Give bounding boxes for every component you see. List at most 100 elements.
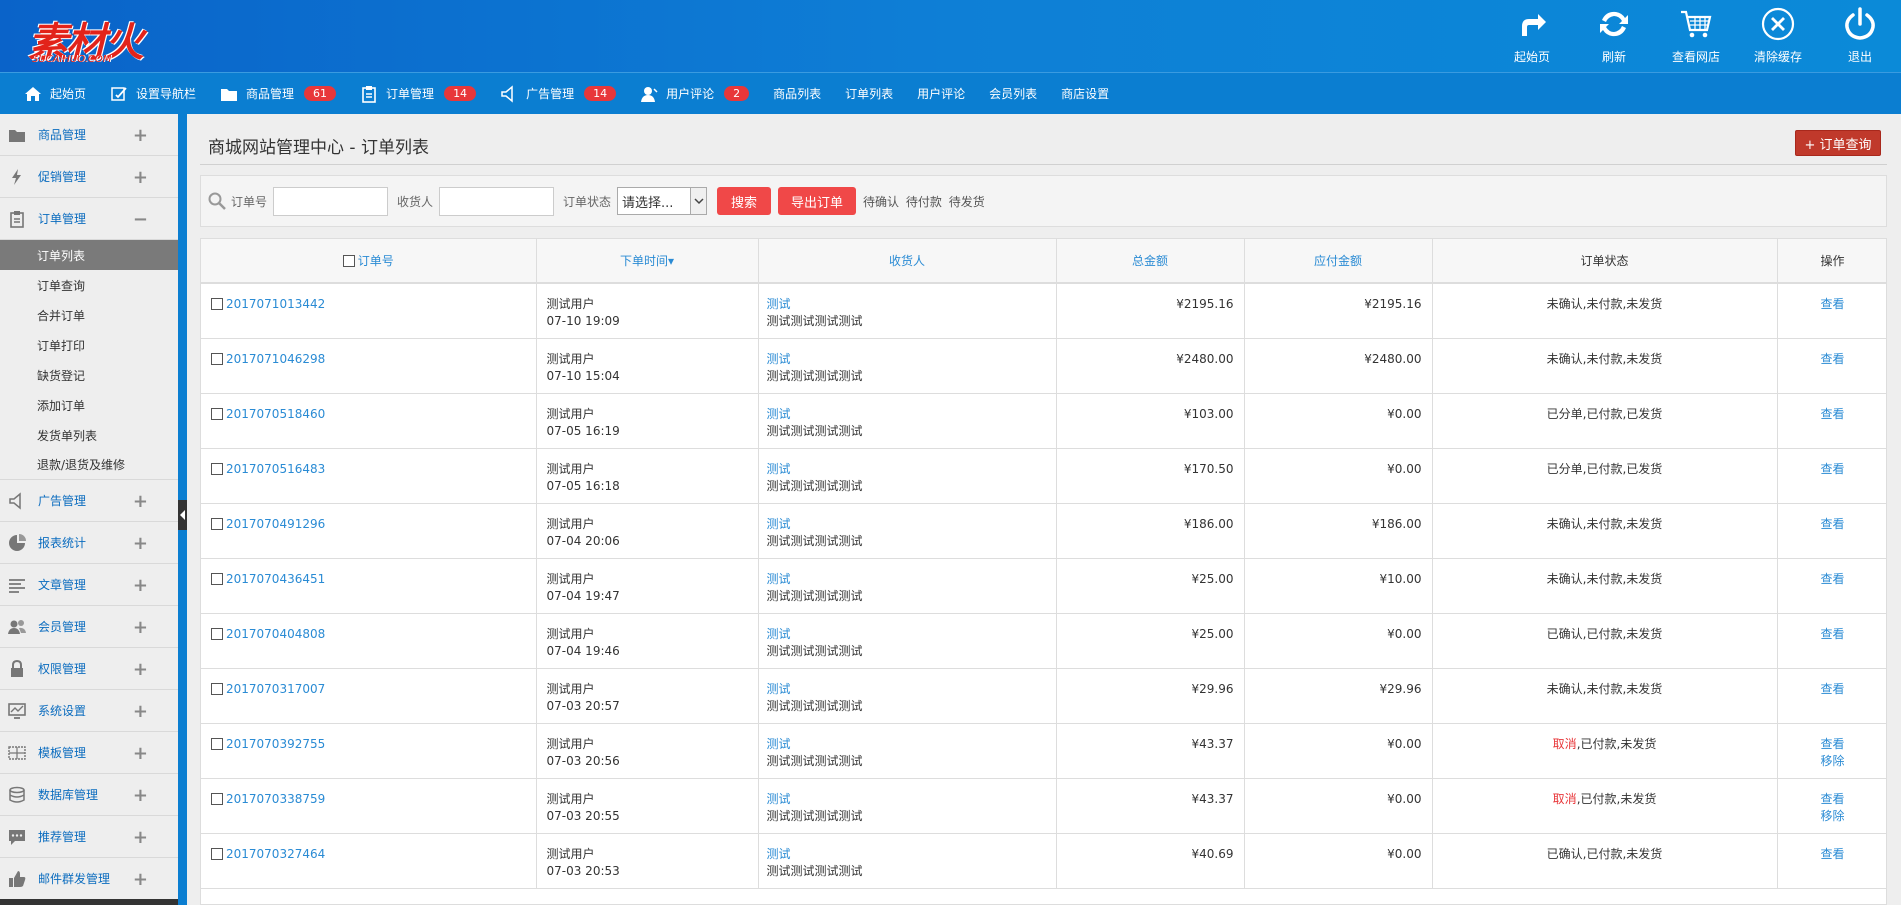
consignee-link[interactable]: 测试 [767,297,791,311]
sidebar-group-database[interactable]: 数据库管理 + [0,774,178,816]
nav-item-shop-settings[interactable]: 商店设置 [1061,73,1109,115]
expand-icon[interactable]: + [133,743,148,764]
row-checkbox[interactable] [211,352,223,365]
order-no-link[interactable]: 2017070516483 [226,462,325,476]
row-checkbox[interactable] [211,407,223,420]
nav-item-user-comments-2[interactable]: 用户评论 [917,73,965,115]
nav-item-order-list[interactable]: 订单列表 [845,73,893,115]
order-no-link[interactable]: 2017070518460 [226,407,325,421]
sidebar-group-articles[interactable]: 文章管理 + [0,564,178,606]
row-checkbox[interactable] [211,462,223,475]
logo[interactable]: 素材火 SUCAIHUO.COM [28,8,238,68]
order-no-input[interactable] [273,186,389,216]
nav-item-setup-nav[interactable]: 设置导航栏 [110,73,196,115]
view-link[interactable]: 查看 [1820,462,1844,476]
order-no-link[interactable]: 2017071013442 [226,297,325,311]
sidebar-group-promotion[interactable]: 促销管理 + [0,156,178,198]
nav-item-order-manage[interactable]: 订单管理 14 [360,73,477,115]
search-button[interactable]: 搜索 [717,187,772,215]
collapse-icon[interactable]: − [133,209,148,230]
remove-link[interactable]: 移除 [1820,754,1844,768]
refresh-button[interactable]: 刷新 [1573,0,1655,72]
expand-icon[interactable]: + [133,785,148,806]
nav-item-ad-manage[interactable]: 广告管理 14 [500,73,617,115]
sidebar-group-ads[interactable]: 广告管理 + [0,480,178,522]
expand-icon[interactable]: + [133,659,148,680]
order-no-link[interactable]: 2017070436451 [226,572,325,586]
row-checkbox[interactable] [211,737,223,750]
consignee-link[interactable]: 测试 [767,627,791,641]
sidebar-group-orders[interactable]: 订单管理 − [0,198,178,240]
sidebar-group-mail[interactable]: 邮件群发管理 + [0,858,178,900]
consignee-link[interactable]: 测试 [767,737,791,751]
clear-cache-button[interactable]: 清除缓存 [1737,0,1819,72]
expand-icon[interactable]: + [133,617,148,638]
sidebar-collapse-toggle[interactable] [178,500,187,530]
nav-item-user-comments[interactable]: 用户评论 2 [640,73,750,115]
column-header-payable[interactable]: 应付金额 [1244,239,1433,284]
consignee-link[interactable]: 测试 [767,847,791,861]
view-link[interactable]: 查看 [1820,297,1844,311]
view-link[interactable]: 查看 [1820,737,1844,751]
sidebar-item-returns[interactable]: 退款/退货及维修 [0,450,178,480]
sidebar-group-system[interactable]: 系统设置 + [0,690,178,732]
row-checkbox[interactable] [211,682,223,695]
view-link[interactable]: 查看 [1820,682,1844,696]
view-link[interactable]: 查看 [1820,627,1844,641]
expand-icon[interactable]: + [133,869,148,890]
sidebar-group-goods[interactable]: 商品管理 + [0,114,178,156]
consignee-link[interactable]: 测试 [767,462,791,476]
order-no-link[interactable]: 2017070317007 [226,682,325,696]
sidebar-item-print-orders[interactable]: 订单打印 [0,330,178,360]
sidebar-group-templates[interactable]: 模板管理 + [0,732,178,774]
filter-pending-shipping[interactable]: 待发货 [949,195,985,209]
order-no-link[interactable]: 2017070392755 [226,737,325,751]
sidebar-item-shipping-list[interactable]: 发货单列表 [0,420,178,450]
order-no-link[interactable]: 2017070338759 [226,792,325,806]
sidebar-item-merge-orders[interactable]: 合并订单 [0,300,178,330]
consignee-link[interactable]: 测试 [767,572,791,586]
expand-icon[interactable]: + [133,575,148,596]
column-header-order-no[interactable]: 订单号 [201,239,537,284]
view-link[interactable]: 查看 [1820,407,1844,421]
consignee-link[interactable]: 测试 [767,682,791,696]
sidebar-group-reports[interactable]: 报表统计 + [0,522,178,564]
consignee-link[interactable]: 测试 [767,352,791,366]
filter-pending-payment[interactable]: 待付款 [906,195,942,209]
row-checkbox[interactable] [211,792,223,805]
sidebar-item-order-query[interactable]: 订单查询 [0,270,178,300]
nav-item-goods-list[interactable]: 商品列表 [773,73,821,115]
sidebar-group-permissions[interactable]: 权限管理 + [0,648,178,690]
remove-link[interactable]: 移除 [1820,809,1844,823]
expand-icon[interactable]: + [133,167,148,188]
sidebar-item-stockout[interactable]: 缺货登记 [0,360,178,390]
view-link[interactable]: 查看 [1820,847,1844,861]
order-no-link[interactable]: 2017070491296 [226,517,325,531]
row-checkbox[interactable] [211,847,223,860]
sidebar-item-order-list[interactable]: 订单列表 [0,240,178,270]
nav-item-start-page[interactable]: 起始页 [24,73,86,115]
consignee-link[interactable]: 测试 [767,792,791,806]
nav-item-goods-manage[interactable]: 商品管理 61 [220,73,337,115]
column-header-time[interactable]: 下单时间▾ [536,239,759,284]
row-checkbox[interactable] [211,517,223,530]
order-query-button[interactable]: + 订单查询 [1795,130,1881,156]
row-checkbox[interactable] [211,298,223,310]
consignee-link[interactable]: 测试 [767,517,791,531]
sidebar-group-recommend[interactable]: 推荐管理 + [0,816,178,858]
sidebar-group-members[interactable]: 会员管理 + [0,606,178,648]
consignee-link[interactable]: 测试 [767,407,791,421]
view-link[interactable]: 查看 [1820,352,1844,366]
export-orders-button[interactable]: 导出订单 [778,187,857,215]
expand-icon[interactable]: + [133,491,148,512]
order-no-link[interactable]: 2017070327464 [226,847,325,861]
expand-icon[interactable]: + [133,827,148,848]
expand-icon[interactable]: + [133,125,148,146]
nav-item-member-list[interactable]: 会员列表 [989,73,1037,115]
start-page-button[interactable]: 起始页 [1491,0,1573,72]
order-no-link[interactable]: 2017071046298 [226,352,325,366]
expand-icon[interactable]: + [133,701,148,722]
order-no-link[interactable]: 2017070404808 [226,627,325,641]
filter-pending-confirm[interactable]: 待确认 [863,195,899,209]
status-select[interactable]: 请选择... [617,187,708,215]
